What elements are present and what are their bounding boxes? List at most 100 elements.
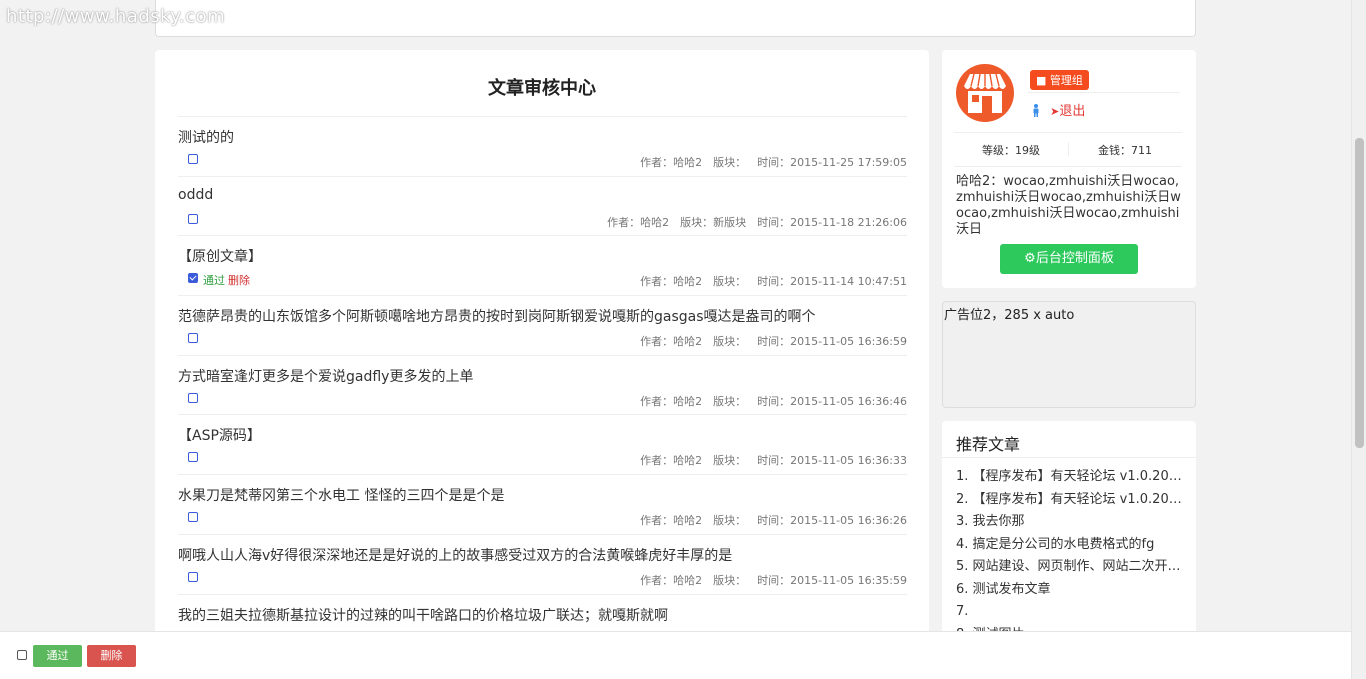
author-label: 作者： <box>640 514 674 528</box>
article-meta: 作者：哈哈2 版块： 时间：2015-11-05 16:35:59 <box>629 572 907 588</box>
article-author: 哈哈2 <box>673 156 703 169</box>
article-author: 哈哈2 <box>673 573 703 587</box>
pass-link[interactable]: 通过 <box>203 274 225 287</box>
select-all-checkbox[interactable] <box>17 650 27 660</box>
board-label: 版块： <box>713 573 747 587</box>
article-meta: 作者：哈哈2 版块： 时间：2015-11-05 16:36:59 <box>629 333 907 349</box>
recommended-item[interactable]: 3. 我去你那 <box>956 513 1182 536</box>
logout-link[interactable]: ➤退出 <box>1050 104 1085 119</box>
recommended-articles: 推荐文章 1. 【程序发布】有天轻论坛 v1.0.2015... 2. 【程序发布… <box>942 421 1196 651</box>
article-time: 2015-11-25 17:59:05 <box>790 156 907 169</box>
author-label: 作者： <box>640 275 674 289</box>
logout-icon: ➤ <box>1050 105 1060 118</box>
article-checkbox[interactable] <box>188 213 198 224</box>
batch-pass-button[interactable]: 通过 <box>33 645 82 667</box>
article-time: 2015-11-14 10:47:51 <box>790 275 907 289</box>
article-title[interactable]: 水果刀是梵蒂冈第三个水电工 怪怪的三四个是是个是 <box>178 485 504 505</box>
article-actions: 通过 删除 <box>203 272 250 288</box>
article-title[interactable]: 我的三姐夫拉德斯基拉设计的过辣的叫干啥路口的价格垃圾广联达；就嘎斯就啊 <box>178 605 668 625</box>
scrollbar-thumb[interactable] <box>1355 138 1364 448</box>
article-title[interactable]: 方式暗室逢灯更多是个爱说gadfly更多发的上单 <box>178 366 473 386</box>
delete-link[interactable]: 删除 <box>228 274 250 287</box>
admin-panel-button[interactable]: ⚙后台控制面板 <box>1000 244 1138 274</box>
article-row: 范德萨昂贵的山东饭馆多个阿斯顿噶啥地方昂贵的按时到岗阿斯钢爱说嘎斯的gasgas… <box>178 295 907 355</box>
article-time: 2015-11-05 16:36:46 <box>790 394 907 408</box>
article-time: 2015-11-05 16:35:59 <box>790 573 907 587</box>
level-stat: 等级：19级 <box>982 144 1040 157</box>
article-meta: 作者：哈哈2 版块： 时间：2015-11-25 17:59:05 <box>629 154 907 170</box>
time-label: 时间： <box>757 514 791 528</box>
recommended-title: 推荐文章 <box>942 421 1196 458</box>
gears-icon: ⚙ <box>1024 251 1036 266</box>
article-meta: 作者：哈哈2 版块：新版块 时间：2015-11-18 21:26:06 <box>596 214 907 230</box>
article-row: 方式暗室逢灯更多是个爱说gadfly更多发的上单 作者：哈哈2 版块： 时间：2015… <box>178 354 907 415</box>
article-title[interactable]: 测试的的 <box>178 127 234 147</box>
article-list: 测试的的 作者：哈哈2 版块： 时间：2015-11-25 17:59:05 oddd 作… <box>178 116 907 653</box>
article-checkbox[interactable] <box>188 512 198 523</box>
divider <box>954 166 1182 167</box>
board-label: 版块： <box>713 156 747 169</box>
article-row: 【原创文章】 通过 删除 作者：哈哈2 版块： 时间：2015-11-14 10:47:5… <box>178 235 907 295</box>
article-meta: 作者：哈哈2 版块： 时间：2015-11-05 16:36:46 <box>629 393 907 409</box>
time-label: 时间： <box>757 275 791 289</box>
article-checkbox[interactable] <box>188 452 198 463</box>
article-title[interactable]: 【ASP源码】 <box>178 425 261 445</box>
article-title[interactable]: oddd <box>178 187 213 203</box>
article-time: 2015-11-18 21:26:06 <box>790 215 907 229</box>
ad-text: 广告位2，285 x auto <box>944 308 1075 323</box>
user-message: 哈哈2：wocao,zmhuishi沃日wocao,zmhuishi沃日woca… <box>956 174 1181 237</box>
article-row: 【ASP源码】 作者：哈哈2 版块： 时间：2015-11-05 16:36:33 <box>178 414 907 474</box>
page-scrollbar[interactable] <box>1351 0 1366 679</box>
recommended-item[interactable]: 5. 网站建设、网页制作、网站二次开发... <box>956 558 1182 581</box>
time-label: 时间： <box>757 454 791 468</box>
author-label: 作者： <box>640 454 674 468</box>
board-label: 版块： <box>713 454 747 468</box>
watermark-url: http://www.hadsky.com <box>6 6 226 27</box>
recommended-item[interactable]: 6. 测试发布文章 <box>956 581 1182 604</box>
user-card: ■ 管理组 ➤退出 等级：19级 金钱：711 哈哈2：wocao,zmhuis… <box>942 50 1196 288</box>
author-label: 作者： <box>607 215 641 229</box>
board-label: 版块： <box>713 275 747 289</box>
article-author: 哈哈2 <box>640 215 670 229</box>
article-row: 啊哦人山人海v好得很深深地还是是好说的上的故事感受过双方的合法黄喉蜂虎好丰厚的是… <box>178 533 907 594</box>
article-meta: 作者：哈哈2 版块： 时间：2015-11-14 10:47:51 <box>629 273 907 289</box>
article-title[interactable]: 啊哦人山人海v好得很深深地还是是好说的上的故事感受过双方的合法黄喉蜂虎好丰厚的是 <box>178 545 732 565</box>
article-author: 哈哈2 <box>673 454 703 468</box>
review-panel: 文章审核中心 测试的的 作者：哈哈2 版块： 时间：2015-11-25 17:59:… <box>155 50 929 679</box>
board-label: 版块： <box>713 394 747 408</box>
recommended-item[interactable]: 4. 搞定是分公司的水电费格式的fg <box>956 536 1182 559</box>
article-title[interactable]: 范德萨昂贵的山东饭馆多个阿斯顿噶啥地方昂贵的按时到岗阿斯钢爱说嘎斯的gasgas… <box>178 306 816 326</box>
article-checkbox[interactable] <box>188 571 198 582</box>
article-checkbox[interactable] <box>188 333 198 344</box>
article-author: 哈哈2 <box>673 335 703 349</box>
badge-label: 管理组 <box>1049 74 1083 87</box>
recommended-item[interactable]: 2. 【程序发布】有天轻论坛 v1.0.2015... <box>956 491 1182 514</box>
batch-delete-button[interactable]: 删除 <box>87 645 136 667</box>
admin-group-badge: ■ 管理组 <box>1030 70 1089 90</box>
article-row: 水果刀是梵蒂冈第三个水电工 怪怪的三四个是是个是作者：哈哈2 版块： 时间：2015… <box>178 474 907 534</box>
money-stat: 金钱：711 <box>1098 144 1152 157</box>
board-label: 版块： <box>680 215 714 229</box>
article-checkbox[interactable] <box>188 392 198 403</box>
article-author: 哈哈2 <box>673 514 703 528</box>
article-checkbox[interactable] <box>188 154 198 164</box>
article-board: 新版块 <box>713 215 747 229</box>
user-icon: ■ <box>1036 74 1047 87</box>
article-checkbox[interactable] <box>188 273 198 284</box>
person-icon[interactable] <box>1032 104 1040 117</box>
recommended-item[interactable]: 1. 【程序发布】有天轻论坛 v1.0.2015... <box>956 468 1182 491</box>
time-label: 时间： <box>757 573 791 587</box>
shop-avatar-icon[interactable] <box>956 64 1014 122</box>
time-label: 时间： <box>757 335 791 349</box>
article-row: 测试的的 作者：哈哈2 版块： 时间：2015-11-25 17:59:05 <box>178 116 907 176</box>
article-author: 哈哈2 <box>673 394 703 408</box>
logout-label: 退出 <box>1059 104 1086 119</box>
article-meta: 作者：哈哈2 版块： 时间：2015-11-05 16:36:33 <box>629 452 907 468</box>
article-row: oddd 作者：哈哈2 版块：新版块 时间：2015-11-18 21:26:06 <box>178 175 907 236</box>
article-meta: 作者：哈哈2 版块： 时间：2015-11-05 16:36:26 <box>629 512 907 528</box>
user-links: ➤退出 <box>1032 100 1085 119</box>
recommended-item[interactable]: 7. <box>956 603 1182 626</box>
time-label: 时间： <box>757 156 791 169</box>
article-title[interactable]: 【原创文章】 <box>178 246 262 266</box>
author-label: 作者： <box>640 394 674 408</box>
